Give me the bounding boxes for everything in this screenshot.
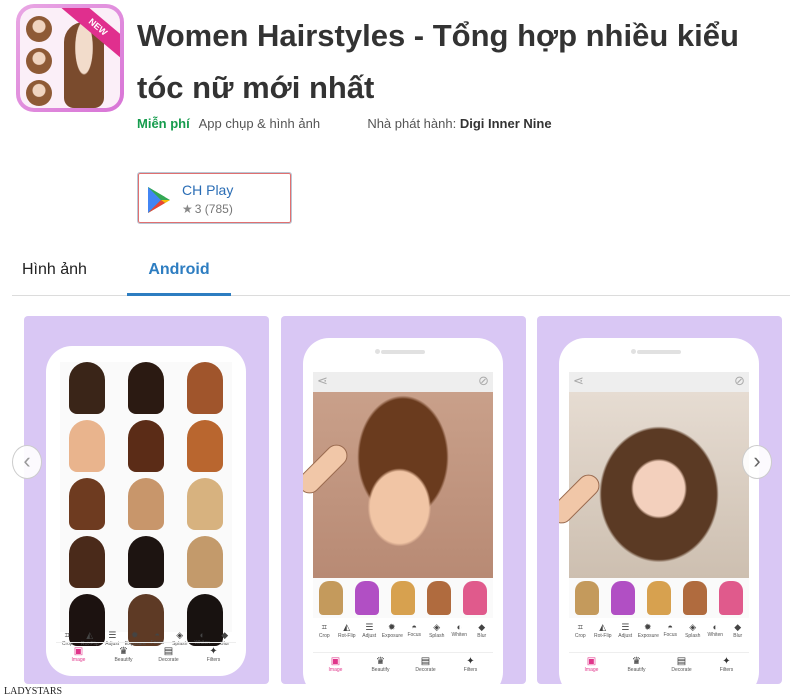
hair-thumb-icon — [26, 48, 52, 74]
tool-adjust[interactable]: ☰ Adjust — [615, 622, 635, 648]
editor-topbar: ⋖ ⊘ — [313, 372, 493, 392]
phone-frame: ⌗ Crop ◭ Rot-Flip ☰ Adjust ✹ Exposure ◓ Focus… — [46, 346, 246, 676]
category-link[interactable]: App chụp & hình ảnh — [199, 116, 320, 131]
store-download-button[interactable]: CH Play ★ 3 (785) — [137, 172, 292, 224]
share-icon[interactable]: ⋖ — [573, 373, 584, 389]
tool-row: ⌗ Crop ◭ Rot-Flip ☰ Adjust ✹ Exposure ◓ Focus… — [313, 622, 493, 648]
tool-splash[interactable]: ◈ Splash — [683, 622, 703, 648]
store-rating: ★ 3 (785) — [182, 202, 233, 216]
tool-rot-flip[interactable]: ◭ Rot-Flip — [593, 622, 613, 648]
nav-filters[interactable]: ✦ Filters — [710, 653, 744, 682]
nav-image[interactable]: ▣ Image — [319, 653, 353, 682]
nav-filters[interactable]: ✦ Filters — [454, 653, 488, 682]
nav-image[interactable]: ▣ Image — [575, 653, 609, 682]
app-meta: Miễn phí App chụp & hình ảnh Nhà phát hà… — [137, 116, 552, 131]
nav-decorate[interactable]: ▤ Decorate — [665, 653, 699, 682]
nav-beautify[interactable]: ♛ Beautify — [620, 653, 654, 682]
tool-exposure[interactable]: ✹ Exposure — [638, 622, 659, 648]
nav-decorate[interactable]: ▤ Decorate — [152, 643, 186, 672]
tab-images[interactable]: Hình ảnh — [12, 252, 112, 296]
bottom-nav: ▣ Image ♛ Beautify ▤ Decorate ✦ Filters — [313, 652, 493, 682]
tool-crop[interactable]: ⌗ Crop — [570, 622, 590, 648]
tool-rot-flip[interactable]: ◭ Rot-Flip — [337, 622, 357, 648]
carousel-next-button[interactable]: › — [742, 445, 772, 479]
check-icon[interactable]: ⊘ — [478, 373, 489, 389]
hairstyle-strip — [313, 578, 493, 618]
nav-filters[interactable]: ✦ Filters — [197, 643, 231, 672]
tab-android[interactable]: Android — [127, 252, 231, 296]
star-icon: ★ — [182, 202, 193, 216]
screenshot-2[interactable]: ⋖ ⊘ ⌗ Crop ◭ Rot-Flip ☰ Adjust ✹ Exposure ◓ F… — [281, 316, 526, 684]
check-icon[interactable]: ⊘ — [734, 373, 745, 389]
nav-beautify[interactable]: ♛ Beautify — [364, 653, 398, 682]
bottom-nav: ▣ Image ♛ Beautify ▤ Decorate ✦ Filters — [569, 652, 749, 682]
nav-decorate[interactable]: ▤ Decorate — [409, 653, 443, 682]
tool-exposure[interactable]: ✹ Exposure — [382, 622, 403, 648]
phone-frame: ⋖ ⊘ ⌗ Crop ◭ Rot-Flip ☰ Adjust ✹ Exposure ◓ F… — [303, 338, 503, 684]
app-icon: NEW — [16, 4, 124, 112]
rating-value: 3 — [194, 202, 202, 216]
hair-thumb-icon — [26, 16, 52, 42]
tool-focus[interactable]: ◓ Focus — [660, 622, 680, 648]
model-photo — [313, 392, 493, 578]
hairstyle-strip — [569, 578, 749, 618]
tool-row: ⌗ Crop ◭ Rot-Flip ☰ Adjust ✹ Exposure ◓ Focus… — [569, 622, 749, 648]
chevron-left-icon: ‹ — [23, 448, 31, 473]
bottom-nav: ▣ Image ♛ Beautify ▤ Decorate ✦ Filters — [56, 642, 236, 672]
chevron-right-icon: › — [753, 448, 761, 473]
share-icon[interactable]: ⋖ — [317, 373, 328, 389]
app-title: Women Hairstyles - Tổng hợp nhiều kiểu t… — [137, 18, 739, 105]
tool-whiten[interactable]: ◐ Whiten — [449, 622, 469, 648]
screenshot-tabs: Hình ảnh Android — [12, 252, 790, 296]
tool-focus[interactable]: ◓ Focus — [404, 622, 424, 648]
google-play-icon — [148, 187, 170, 213]
carousel-prev-button[interactable]: ‹ — [12, 445, 42, 479]
review-count: (785) — [204, 202, 233, 216]
editor-topbar: ⋖ ⊘ — [569, 372, 749, 392]
tool-splash[interactable]: ◈ Splash — [427, 622, 447, 648]
nav-beautify[interactable]: ♛ Beautify — [107, 643, 141, 672]
publisher-name[interactable]: Digi Inner Nine — [460, 116, 552, 131]
tool-crop[interactable]: ⌗ Crop — [314, 622, 334, 648]
tool-blur[interactable]: ◆ Blur — [472, 622, 492, 648]
tool-whiten[interactable]: ◐ Whiten — [705, 622, 725, 648]
phone-frame: ⋖ ⊘ ⌗ Crop ◭ Rot-Flip ☰ Adjust ✹ Exposure ◓ F… — [559, 338, 759, 684]
hair-thumb-icon — [26, 80, 52, 106]
tool-adjust[interactable]: ☰ Adjust — [359, 622, 379, 648]
app-detail-page: NEW Women Hairstyles - Tổng hợp nhiều ki… — [0, 0, 800, 700]
tool-blur[interactable]: ◆ Blur — [728, 622, 748, 648]
screenshot-1[interactable]: ⌗ Crop ◭ Rot-Flip ☰ Adjust ✹ Exposure ◓ Focus… — [24, 316, 269, 684]
screenshot-3[interactable]: ⋖ ⊘ ⌗ Crop ◭ Rot-Flip ☰ Adjust ✹ Exposure ◓ F… — [537, 316, 782, 684]
price-label: Miễn phí — [137, 116, 190, 131]
nav-image[interactable]: ▣ Image — [62, 643, 96, 672]
hairstyle-grid — [60, 362, 232, 646]
watermark: LADYSTARS — [4, 686, 63, 697]
publisher-label: Nhà phát hành: — [367, 116, 457, 131]
store-name: CH Play — [182, 182, 234, 198]
